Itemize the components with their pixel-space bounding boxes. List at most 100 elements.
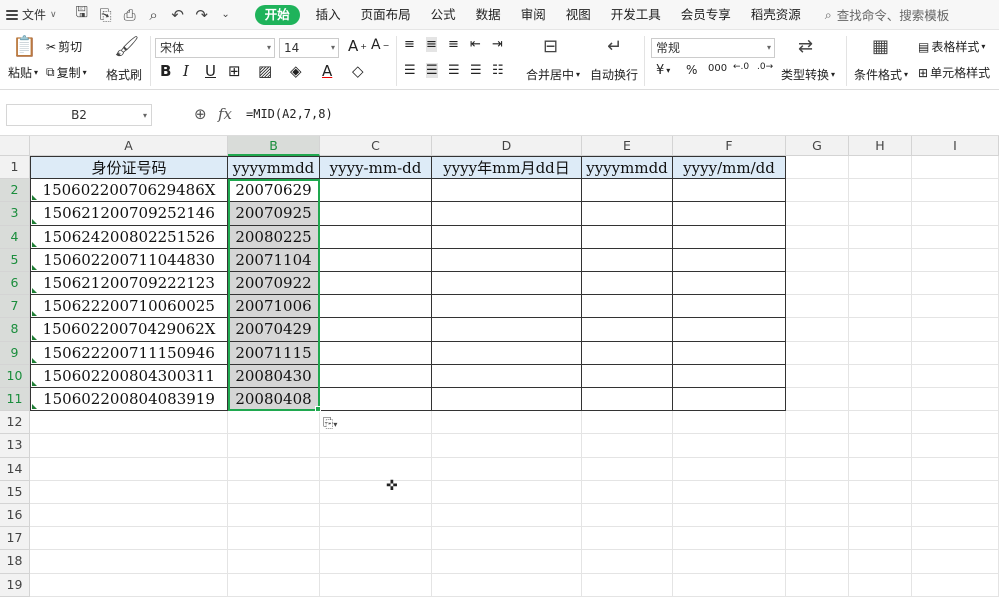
grid-cell[interactable] — [912, 341, 999, 365]
grid-cell[interactable] — [912, 527, 999, 551]
table-cell[interactable] — [432, 248, 582, 272]
tab-formulas[interactable]: 公式 — [421, 0, 466, 30]
undo-icon[interactable]: ↶ — [167, 4, 189, 26]
row-header[interactable]: 14 — [0, 457, 30, 481]
grid-cell[interactable] — [849, 434, 912, 458]
grid-cell[interactable] — [673, 434, 786, 458]
font-color-icon[interactable]: A — [322, 62, 332, 80]
column-header-f[interactable]: F — [673, 136, 786, 156]
row-header[interactable]: 11 — [0, 388, 30, 412]
grid-cell[interactable] — [320, 550, 432, 574]
grid-cell[interactable] — [582, 457, 673, 481]
grid-cell[interactable] — [432, 457, 582, 481]
grid-cell[interactable] — [432, 573, 582, 597]
tab-developer[interactable]: 开发工具 — [601, 0, 671, 30]
grid-cell[interactable] — [849, 179, 912, 203]
id-number-cell[interactable]: 150621200709252146 — [30, 202, 228, 226]
grid-cell[interactable] — [786, 341, 849, 365]
row-header[interactable]: 2 — [0, 179, 30, 203]
tab-page-layout[interactable]: 页面布局 — [351, 0, 421, 30]
table-cell[interactable] — [582, 202, 673, 226]
grid-cell[interactable] — [582, 527, 673, 551]
row-header[interactable]: 1 — [0, 156, 30, 180]
table-cell[interactable] — [320, 225, 432, 249]
id-number-cell[interactable]: 150621200709222123 — [30, 272, 228, 296]
grid-cell[interactable] — [228, 527, 320, 551]
decrease-decimal-icon[interactable]: .0→ — [757, 62, 773, 72]
grid-cell[interactable] — [228, 434, 320, 458]
fill-pattern-icon[interactable]: ▨ — [258, 62, 272, 80]
grid-cell[interactable] — [30, 504, 228, 528]
align-right-icon[interactable]: ☰ — [448, 63, 460, 78]
birthdate-cell[interactable]: 20070429 — [228, 318, 320, 342]
cut-button[interactable]: ✂ 剪切 — [46, 38, 82, 55]
grid-cell[interactable] — [432, 550, 582, 574]
grid-cell[interactable] — [432, 480, 582, 504]
grid-cell[interactable] — [912, 434, 999, 458]
table-cell[interactable] — [320, 318, 432, 342]
tab-data[interactable]: 数据 — [466, 0, 511, 30]
table-cell[interactable] — [673, 295, 786, 319]
id-number-cell[interactable]: 150622200710060025 — [30, 295, 228, 319]
grid-cell[interactable] — [320, 527, 432, 551]
fill-color-icon[interactable]: ◈ — [290, 62, 302, 80]
grid-cell[interactable] — [228, 411, 320, 435]
grid-cell[interactable] — [912, 225, 999, 249]
grid-cell[interactable] — [582, 504, 673, 528]
grid-cell[interactable] — [786, 364, 849, 388]
tab-membership[interactable]: 会员专享 — [671, 0, 741, 30]
grid-cell[interactable] — [786, 411, 849, 435]
table-cell[interactable] — [582, 388, 673, 412]
paste-button[interactable]: 粘贴 ▾ — [8, 64, 38, 81]
table-cell[interactable] — [432, 295, 582, 319]
table-cell[interactable] — [673, 388, 786, 412]
grid-cell[interactable] — [849, 388, 912, 412]
id-number-cell[interactable]: 150602200711044830 — [30, 248, 228, 272]
increase-font-icon[interactable]: A + — [348, 37, 367, 55]
grid-cell[interactable] — [673, 573, 786, 597]
column-header-c[interactable]: C — [320, 136, 432, 156]
font-size-select[interactable]: 14 ▾ — [279, 38, 339, 58]
birthdate-cell[interactable]: 20080430 — [228, 364, 320, 388]
grid-cell[interactable] — [912, 179, 999, 203]
table-cell[interactable] — [432, 388, 582, 412]
grid-cell[interactable] — [673, 411, 786, 435]
column-header-b[interactable]: B — [228, 136, 320, 156]
command-search[interactable]: ⌕ 查找命令、搜索模板 — [825, 5, 950, 24]
grid-cell[interactable] — [673, 480, 786, 504]
grid-cell[interactable] — [30, 480, 228, 504]
grid-cell[interactable] — [849, 341, 912, 365]
grid-cell[interactable] — [912, 248, 999, 272]
grid-cell[interactable] — [849, 202, 912, 226]
row-header[interactable]: 9 — [0, 341, 30, 365]
row-header[interactable]: 3 — [0, 202, 30, 226]
table-cell[interactable] — [320, 202, 432, 226]
save-icon[interactable]: 🖫 — [71, 3, 93, 26]
borders-icon[interactable]: ⊞ — [228, 62, 241, 80]
clear-format-icon[interactable]: ◇ — [352, 62, 364, 80]
wrap-text-icon[interactable]: ↵ — [607, 36, 622, 57]
row-header[interactable]: 17 — [0, 527, 30, 551]
tab-view[interactable]: 视图 — [556, 0, 601, 30]
column-header-e[interactable]: E — [582, 136, 673, 156]
grid-cell[interactable] — [786, 295, 849, 319]
table-cell[interactable] — [320, 272, 432, 296]
grid-cell[interactable] — [786, 550, 849, 574]
id-number-cell[interactable]: 15060220070429062X — [30, 318, 228, 342]
column-title-cell[interactable]: 身份证号码 — [30, 156, 228, 180]
column-title-cell[interactable]: yyyy年mm月dd日 — [432, 156, 582, 180]
conditional-format-icon[interactable]: ▦ — [872, 36, 889, 57]
tab-docer-resources[interactable]: 稻壳资源 — [741, 0, 811, 30]
select-all-corner[interactable] — [0, 136, 30, 156]
grid-cell[interactable] — [30, 573, 228, 597]
table-cell[interactable] — [432, 225, 582, 249]
table-cell[interactable] — [582, 225, 673, 249]
grid-cell[interactable] — [432, 434, 582, 458]
italic-icon[interactable]: I — [183, 62, 189, 80]
grid-cell[interactable] — [673, 550, 786, 574]
increase-decimal-icon[interactable]: ←.0 — [733, 62, 749, 72]
grid-cell[interactable] — [786, 504, 849, 528]
grid-cell[interactable] — [582, 573, 673, 597]
grid-cell[interactable] — [849, 504, 912, 528]
tab-home[interactable]: 开始 — [254, 4, 300, 25]
